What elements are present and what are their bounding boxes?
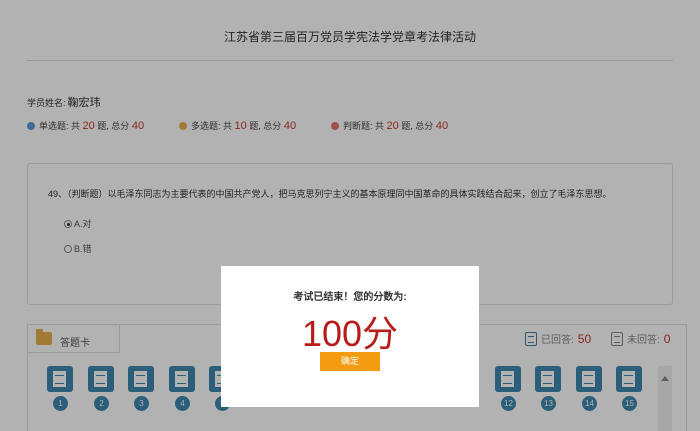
dialog-message: 考试已结束！您的分数为: (293, 292, 407, 303)
final-score: 100分 (301, 313, 399, 354)
score-dialog: 考试已结束！您的分数为: 100分 确定 (221, 266, 479, 407)
confirm-button[interactable]: 确定 (320, 352, 380, 371)
